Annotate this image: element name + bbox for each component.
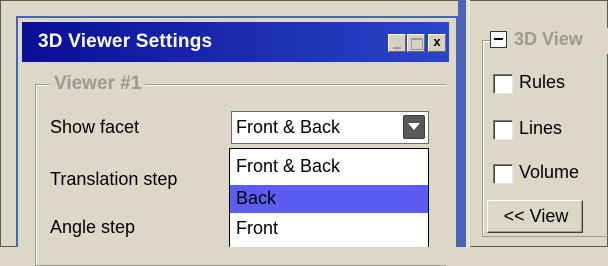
view-button[interactable]: << View bbox=[487, 200, 583, 233]
show-facet-combobox[interactable]: Front & Back bbox=[231, 111, 429, 144]
window-edge-highlight bbox=[466, 0, 470, 247]
checkbox-box[interactable] bbox=[493, 74, 513, 94]
3d-view-legend: 3D View bbox=[490, 28, 608, 54]
dropdown-option-front-back[interactable]: Front & Back bbox=[230, 153, 428, 181]
volume-checkbox[interactable]: Volume bbox=[493, 161, 608, 185]
dropdown-option-front[interactable]: Front bbox=[230, 215, 428, 243]
view-button-label: << View bbox=[503, 206, 569, 226]
rules-checkbox[interactable]: Rules bbox=[493, 71, 608, 95]
collapse-toggle-icon[interactable] bbox=[490, 31, 507, 48]
lines-checkbox[interactable]: Lines bbox=[493, 117, 608, 141]
chevron-down-icon bbox=[408, 123, 420, 130]
facet-dropdown-list: Front & Back Back Front bbox=[229, 148, 429, 247]
dropdown-option-back[interactable]: Back bbox=[230, 185, 428, 213]
close-button[interactable]: x bbox=[428, 34, 446, 52]
dropdown-arrow-button[interactable] bbox=[403, 115, 425, 139]
translation-step-label: Translation step bbox=[50, 169, 178, 189]
3d-view-legend-text: 3D View bbox=[514, 29, 583, 49]
show-facet-label: Show facet bbox=[50, 117, 140, 137]
volume-checkbox-label: Volume bbox=[519, 162, 580, 182]
combobox-value: Front & Back bbox=[236, 117, 341, 137]
maximize-button[interactable] bbox=[407, 34, 425, 52]
title-bar[interactable]: 3D Viewer Settings x bbox=[22, 22, 449, 62]
close-icon: x bbox=[433, 34, 441, 49]
window-title: 3D Viewer Settings bbox=[38, 31, 213, 52]
viewer-group-legend: Viewer #1 bbox=[50, 73, 146, 95]
rules-checkbox-label: Rules bbox=[519, 72, 566, 92]
minimize-button[interactable] bbox=[388, 34, 406, 52]
checkbox-box[interactable] bbox=[493, 164, 513, 184]
lines-checkbox-label: Lines bbox=[519, 118, 563, 138]
checkbox-box[interactable] bbox=[493, 120, 513, 140]
window-edge-divider bbox=[458, 0, 466, 247]
angle-step-label: Angle step bbox=[50, 217, 136, 237]
